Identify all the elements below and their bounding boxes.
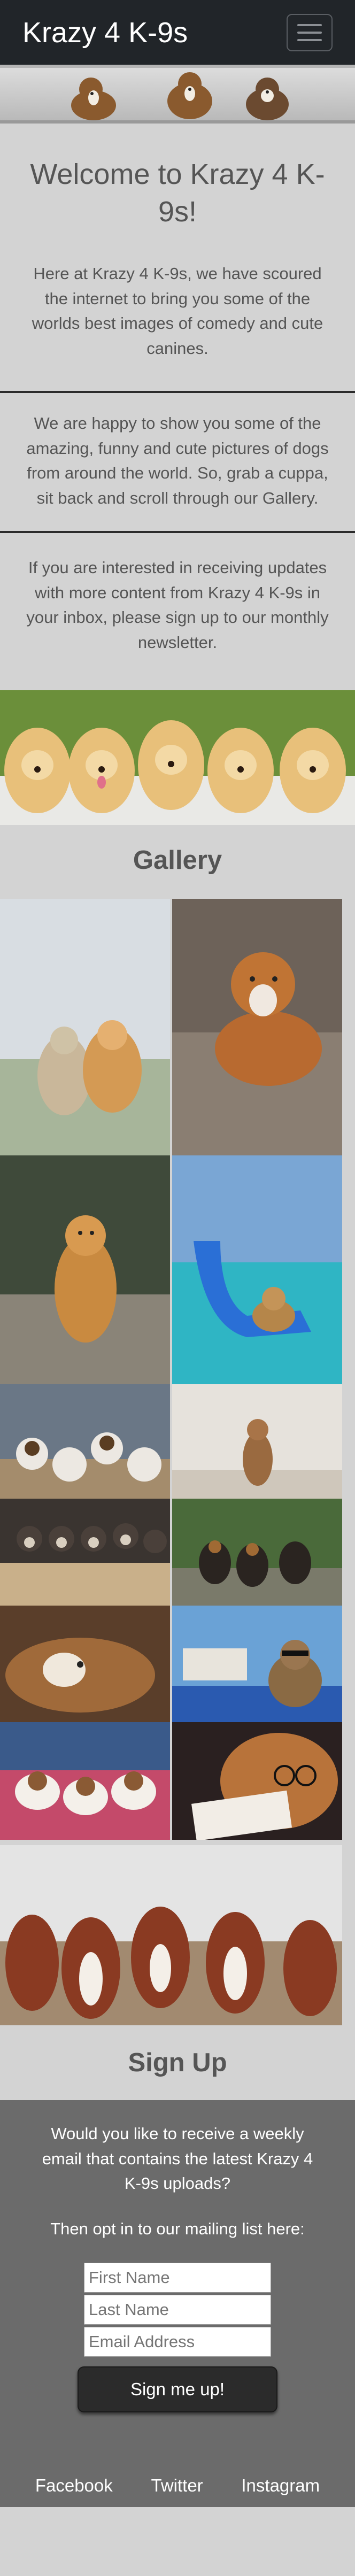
email-field[interactable]: [84, 2327, 271, 2357]
gallery-image[interactable]: [0, 1155, 170, 1385]
gallery-title: Gallery: [133, 846, 222, 875]
signup-section: Would you like to receive a weekly email…: [0, 2100, 355, 2508]
menu-bar: [297, 24, 322, 26]
navbar: Krazy 4 K-9s: [0, 0, 355, 65]
menu-bar: [297, 38, 322, 41]
intro-paragraph: If you are interested in receiving updat…: [26, 558, 329, 652]
facebook-link[interactable]: Facebook: [35, 2475, 113, 2496]
gallery-image[interactable]: [172, 1606, 342, 1723]
intro-section: If you are interested in receiving updat…: [0, 556, 355, 655]
divider: [0, 531, 355, 534]
intro-paragraph: We are happy to show you some of the ama…: [26, 414, 329, 507]
gallery-image[interactable]: [0, 1722, 170, 1840]
gallery-image[interactable]: [0, 1499, 170, 1606]
instagram-link[interactable]: Instagram: [241, 2475, 320, 2496]
intro-section: We are happy to show you some of the ama…: [0, 411, 355, 511]
brand-logo-link[interactable]: Krazy 4 K-9s: [22, 16, 188, 49]
gallery-image[interactable]: [0, 899, 170, 1156]
first-name-field[interactable]: [84, 2263, 271, 2293]
gallery-image[interactable]: [0, 1384, 170, 1499]
page-title: Welcome to Krazy 4 K-9s!: [30, 158, 325, 228]
gallery-image[interactable]: [0, 1606, 170, 1723]
gallery-image[interactable]: [0, 1845, 342, 2026]
gallery-grid: [0, 899, 355, 2026]
footer-links: Facebook Twitter Instagram: [0, 2475, 355, 2496]
gallery-image[interactable]: [172, 1722, 342, 1840]
gallery-image[interactable]: [172, 1384, 342, 1499]
signup-form: Sign me up!: [0, 2263, 355, 2413]
hamburger-menu-icon[interactable]: [287, 13, 333, 51]
gallery-image[interactable]: [172, 899, 342, 1156]
intro-section: Welcome to Krazy 4 K-9s! Here at Krazy 4…: [0, 156, 355, 361]
last-name-field[interactable]: [84, 2295, 271, 2325]
puppies-banner-image: [0, 690, 355, 826]
signup-submit-button[interactable]: Sign me up!: [78, 2366, 277, 2413]
signup-title: Sign Up: [128, 2048, 227, 2078]
divider: [0, 391, 355, 394]
hero-banner-image: [0, 65, 355, 124]
signup-question: Would you like to receive a weekly email…: [42, 2124, 313, 2193]
intro-paragraph: Here at Krazy 4 K-9s, we have scoured th…: [32, 264, 323, 358]
gallery-image[interactable]: [172, 1499, 342, 1606]
signup-optin-text: Then opt in to our mailing list here:: [50, 2219, 305, 2238]
twitter-link[interactable]: Twitter: [151, 2475, 203, 2496]
gallery-image[interactable]: [172, 1155, 342, 1385]
menu-bar: [297, 31, 322, 34]
